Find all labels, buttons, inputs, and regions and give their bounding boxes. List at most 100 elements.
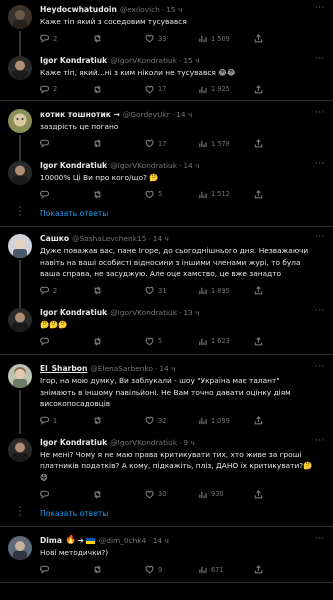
- timestamp[interactable]: 15 ч: [183, 55, 199, 66]
- views-button[interactable]: 1 509: [198, 34, 254, 43]
- reply-button[interactable]: [40, 490, 93, 499]
- share-button[interactable]: [254, 416, 263, 425]
- author-handle[interactable]: @IgorVKondratiuk: [110, 55, 177, 66]
- tweet-elenasarbenko[interactable]: El_Sharbon @ElenaSarbenko · 14 ч ··· Іго…: [0, 355, 333, 434]
- reply-button[interactable]: 2: [40, 85, 93, 94]
- author-name[interactable]: Dima: [40, 535, 62, 546]
- timestamp[interactable]: 14 ч: [176, 109, 192, 120]
- reply-button[interactable]: 2: [40, 286, 93, 295]
- views-button[interactable]: 1 895: [198, 286, 254, 295]
- views-button[interactable]: 930: [198, 490, 254, 499]
- like-button[interactable]: 30: [145, 490, 198, 499]
- more-icon[interactable]: ···: [315, 436, 325, 446]
- tweet-igor-reply-3[interactable]: Igor Kondratiuk @IgorVKondratiuk · 13 ч …: [0, 303, 333, 355]
- avatar[interactable]: [8, 307, 32, 332]
- more-icon[interactable]: ···: [315, 232, 325, 242]
- retweet-button[interactable]: [93, 139, 145, 148]
- tweet-sashalevchenk[interactable]: Сашко @SashaLevchenk15 · 14 ч ··· Дуже п…: [0, 227, 333, 316]
- avatar[interactable]: [8, 364, 32, 388]
- avatar[interactable]: [8, 437, 32, 462]
- tweet-igor-reply-4[interactable]: Igor Kondratiuk @IgorVKondratiuk · 9 ч ·…: [0, 433, 333, 503]
- avatar[interactable]: [8, 109, 32, 133]
- retweet-button[interactable]: [93, 84, 145, 94]
- author-name[interactable]: котик тошнотик →: [40, 109, 120, 120]
- timestamp[interactable]: 9 ч: [183, 437, 194, 448]
- avatar[interactable]: [8, 536, 32, 560]
- author-handle[interactable]: @IgorVKondratiuk: [110, 437, 177, 448]
- author-name[interactable]: El_Sharbon: [40, 363, 87, 374]
- author-name[interactable]: Heydocwhatudoin: [40, 4, 117, 15]
- views-button[interactable]: 1 925: [198, 85, 254, 94]
- retweet-button[interactable]: [93, 336, 145, 346]
- views-button[interactable]: 1 512: [198, 190, 254, 199]
- author-handle[interactable]: @GordeyUkr: [123, 109, 170, 120]
- like-button[interactable]: 32: [145, 416, 198, 425]
- reply-button[interactable]: 1: [40, 416, 93, 425]
- tweet-exilovich[interactable]: Heydocwhatudoin @exilovich · 15 ч ··· Ка…: [0, 0, 333, 65]
- views-button[interactable]: 1 099: [198, 416, 254, 425]
- avatar[interactable]: [8, 160, 32, 185]
- author-name[interactable]: Сашко: [40, 233, 69, 244]
- timestamp[interactable]: 14 ч: [153, 535, 169, 546]
- timestamp[interactable]: 13 ч: [183, 307, 199, 318]
- author-handle[interactable]: @ElenaSarbenko: [90, 363, 153, 374]
- retweet-button[interactable]: [93, 286, 145, 295]
- show-replies-link[interactable]: Показать ответы: [0, 202, 333, 227]
- share-button[interactable]: [254, 139, 263, 148]
- author-handle[interactable]: @IgorVKondratiuk: [110, 307, 177, 318]
- views-button[interactable]: 1 623: [198, 337, 254, 346]
- reply-button[interactable]: 2: [40, 34, 93, 43]
- retweet-button[interactable]: [93, 565, 145, 574]
- timestamp[interactable]: 15 ч: [166, 4, 182, 15]
- retweet-button[interactable]: [93, 189, 145, 199]
- reply-button[interactable]: [40, 190, 93, 199]
- timestamp[interactable]: 14 ч: [153, 233, 169, 244]
- tweet-gordeyukr[interactable]: котик тошнотик → @GordeyUkr · 14 ч ··· з…: [0, 101, 333, 165]
- timestamp[interactable]: 14 ч: [183, 160, 199, 171]
- reply-button[interactable]: [40, 139, 93, 148]
- like-button[interactable]: 5: [145, 337, 198, 346]
- avatar[interactable]: [8, 55, 32, 80]
- tweet-igor-reply-1[interactable]: Igor Kondratiuk @IgorVKondratiuk · 15 ч …: [0, 51, 333, 101]
- author-handle[interactable]: @IgorVKondratiuk: [110, 160, 177, 171]
- views-button[interactable]: 671: [198, 565, 254, 574]
- like-button[interactable]: 31: [145, 286, 198, 295]
- reply-button[interactable]: [40, 565, 93, 574]
- like-button[interactable]: 33: [145, 34, 198, 43]
- share-button[interactable]: [254, 489, 263, 499]
- share-button[interactable]: [254, 189, 263, 199]
- like-button[interactable]: 17: [145, 85, 198, 94]
- timestamp[interactable]: 14 ч: [159, 363, 175, 374]
- avatar[interactable]: [8, 234, 32, 258]
- share-button[interactable]: [254, 84, 263, 94]
- author-handle[interactable]: @SashaLevchenk15: [72, 233, 146, 244]
- tweet-igor-reply-2[interactable]: Igor Kondratiuk @IgorVKondratiuk · 14 ч …: [0, 156, 333, 203]
- more-icon[interactable]: ···: [315, 3, 325, 13]
- share-button[interactable]: [254, 336, 263, 346]
- avatar[interactable]: [8, 5, 32, 29]
- reply-button[interactable]: [40, 337, 93, 346]
- author-handle[interactable]: @dim_0chk4: [99, 535, 146, 546]
- tweet-dim-0chk4[interactable]: Dima 🔥 ➔ @dim_0chk4 · 14 ч ··· Нові мето…: [0, 527, 333, 583]
- like-button[interactable]: 9: [145, 565, 198, 574]
- retweet-button[interactable]: [93, 34, 145, 43]
- author-name[interactable]: Igor Kondratiuk: [40, 307, 107, 318]
- more-icon[interactable]: ···: [315, 54, 325, 64]
- retweet-button[interactable]: [93, 489, 145, 499]
- more-icon[interactable]: ···: [315, 534, 325, 544]
- show-replies-link[interactable]: Показать ответы: [0, 502, 333, 527]
- author-name[interactable]: Igor Kondratiuk: [40, 437, 107, 448]
- more-icon[interactable]: ···: [315, 306, 325, 316]
- like-button[interactable]: 5: [145, 190, 198, 199]
- more-icon[interactable]: ···: [315, 159, 325, 169]
- author-name[interactable]: Igor Kondratiuk: [40, 160, 107, 171]
- retweet-button[interactable]: [93, 416, 145, 425]
- like-button[interactable]: 17: [145, 139, 198, 148]
- views-button[interactable]: 1 578: [198, 139, 254, 148]
- author-handle[interactable]: @exilovich: [120, 4, 160, 15]
- share-button[interactable]: [254, 565, 263, 574]
- share-button[interactable]: [254, 34, 263, 43]
- more-icon[interactable]: ···: [315, 108, 325, 118]
- share-button[interactable]: [254, 286, 263, 295]
- author-name[interactable]: Igor Kondratiuk: [40, 55, 107, 66]
